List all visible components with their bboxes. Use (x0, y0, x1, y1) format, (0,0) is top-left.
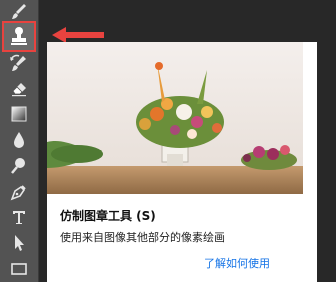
tool-preview-image (47, 42, 303, 194)
tooltip-description: 使用来自图像其他部分的像素绘画 (60, 231, 225, 244)
tools-panel (0, 0, 39, 282)
blur-drop-icon[interactable] (4, 128, 34, 152)
tool-tooltip: 仿制图章工具 (S) 使用来自图像其他部分的像素绘画 了解如何使用 (47, 42, 317, 282)
rectangle-icon[interactable] (4, 257, 34, 281)
clone-stamp-icon[interactable] (4, 24, 34, 48)
pen-icon[interactable] (4, 180, 34, 204)
dodge-icon[interactable] (4, 154, 34, 178)
type-icon[interactable] (4, 205, 34, 229)
tooltip-title: 仿制图章工具 (S) (60, 209, 156, 223)
learn-how-link[interactable]: 了解如何使用 (204, 255, 270, 271)
history-brush-icon[interactable] (4, 52, 34, 76)
path-select-icon[interactable] (4, 231, 34, 255)
eraser-icon[interactable] (4, 76, 34, 100)
gradient-icon[interactable] (4, 102, 34, 126)
